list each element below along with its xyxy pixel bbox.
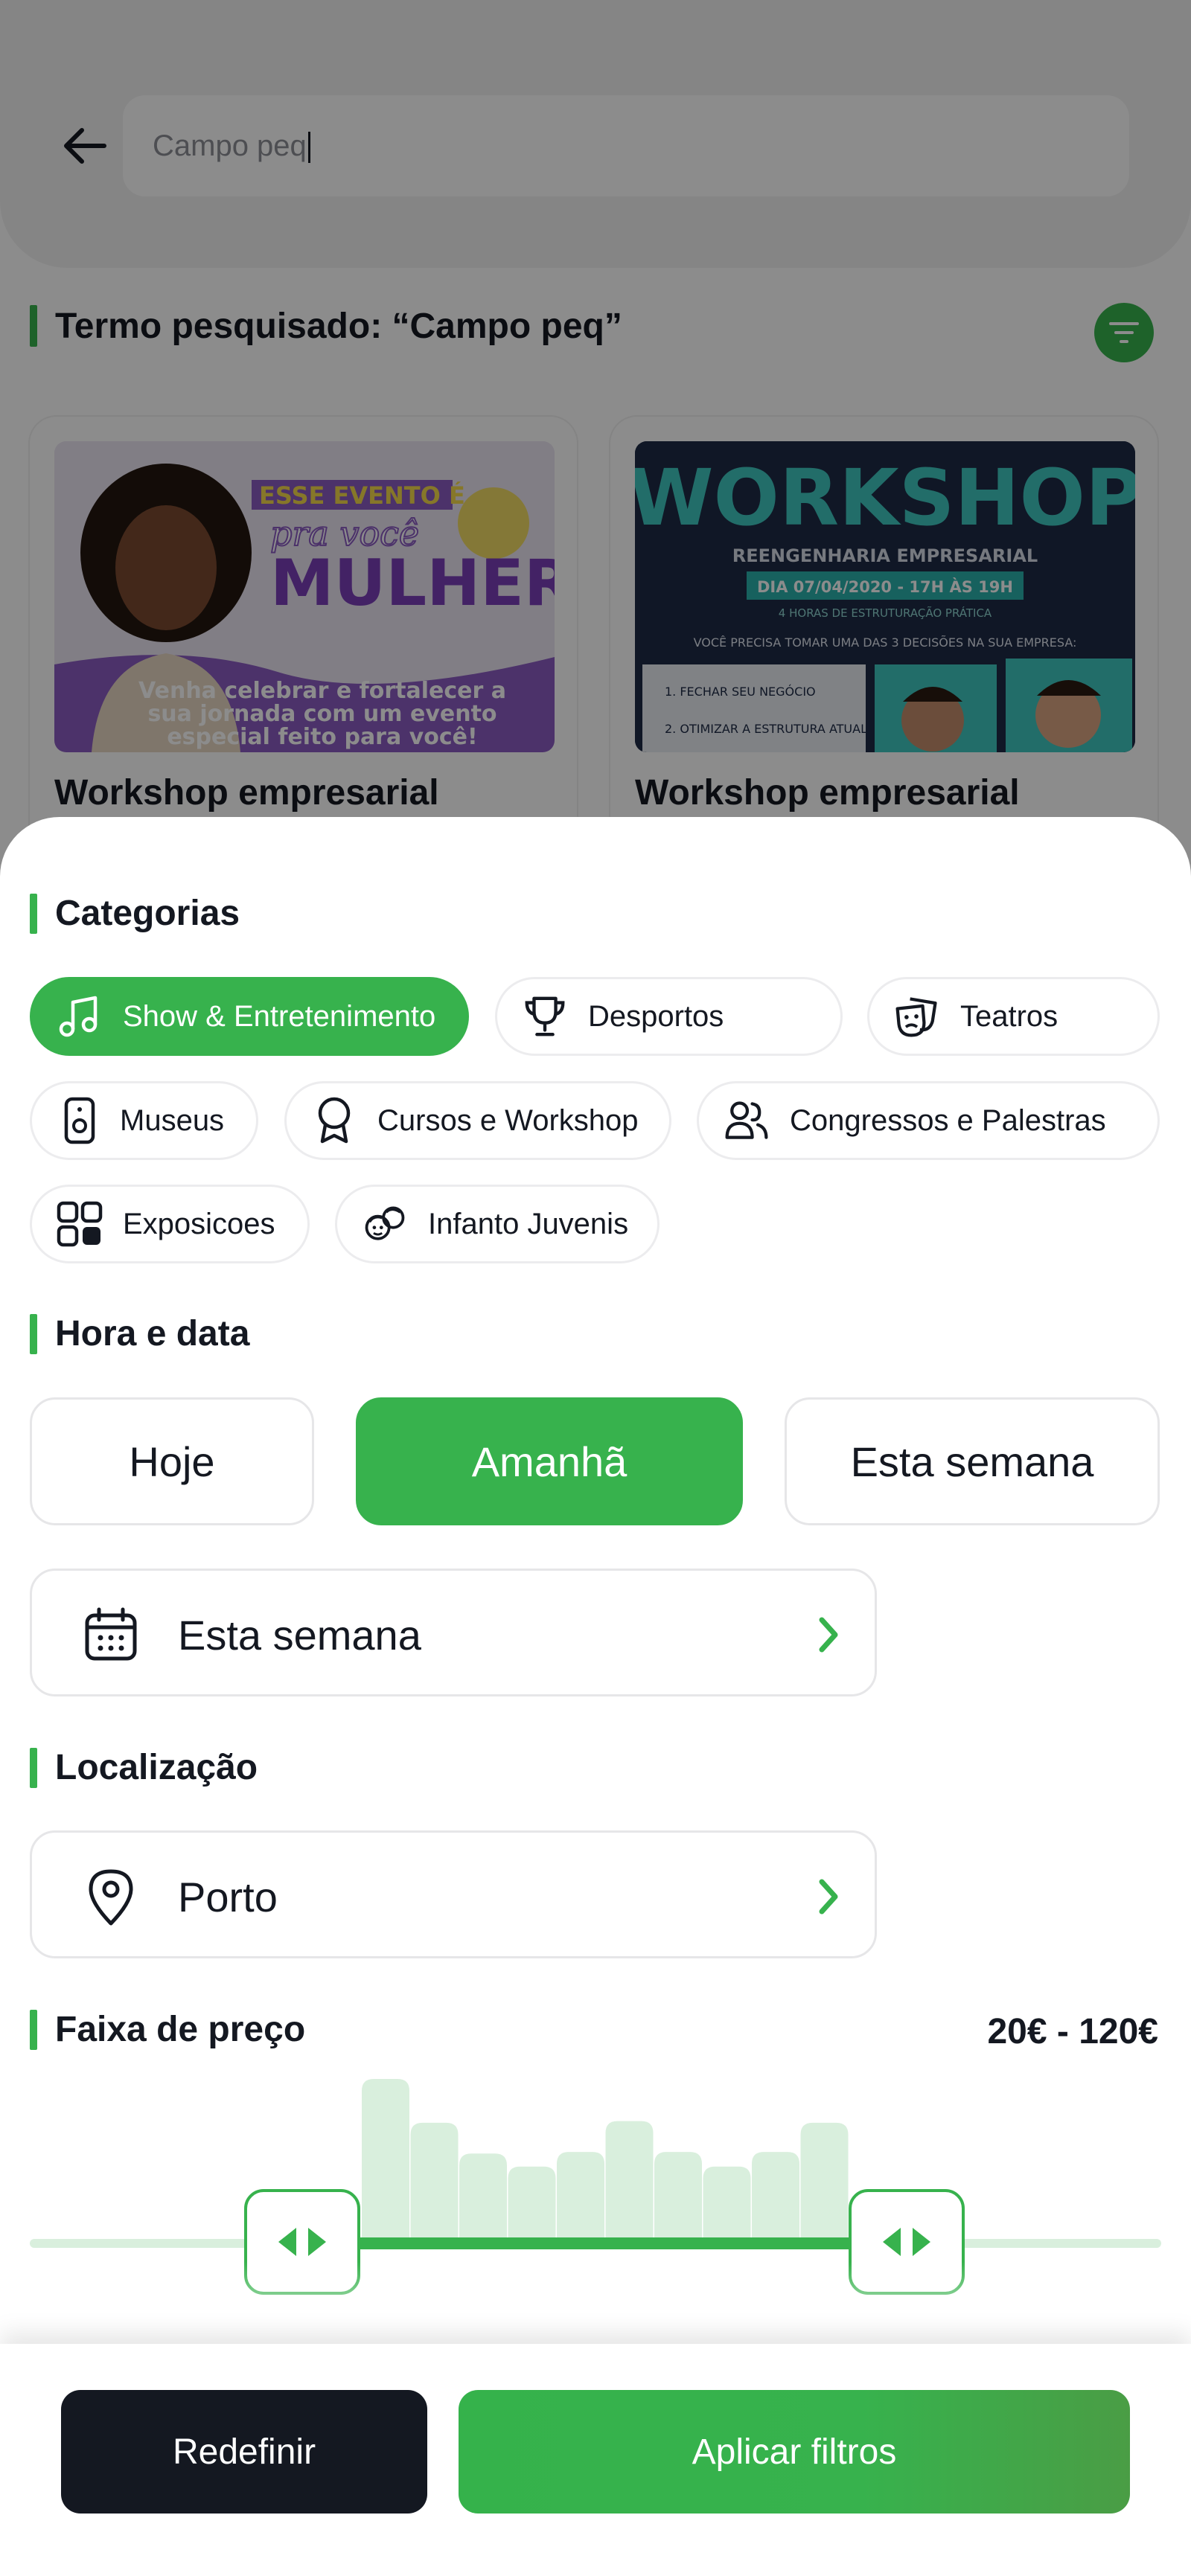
histogram-bar — [459, 2153, 507, 2241]
category-chip-teatros[interactable]: Teatros — [867, 977, 1160, 1056]
datetime-heading: Hora e data — [30, 1313, 249, 1354]
music-note-icon — [56, 993, 103, 1040]
location-value: Porto — [178, 1874, 278, 1920]
category-label: Desportos — [588, 999, 724, 1033]
category-chip-show[interactable]: Show & Entretenimento — [30, 977, 469, 1056]
theater-masks-icon — [893, 993, 941, 1040]
drag-arrows-icon — [278, 2228, 326, 2256]
histogram-bar — [752, 2152, 799, 2241]
category-label: Infanto Juvenis — [428, 1207, 629, 1240]
chevron-right-icon — [808, 1614, 849, 1656]
location-title: Localização — [55, 1748, 258, 1787]
trophy-icon — [521, 993, 569, 1040]
filter-actions-bar: Redefinir Aplicar filtros — [0, 2344, 1191, 2576]
category-chip-congressos[interactable]: Congressos e Palestras — [697, 1081, 1160, 1160]
apply-filters-button[interactable]: Aplicar filtros — [459, 2390, 1130, 2513]
location-pin-icon — [81, 1867, 141, 1926]
chevron-right-icon — [808, 1876, 849, 1917]
price-slider-selected-range — [360, 2237, 852, 2249]
histogram-bar — [703, 2166, 751, 2241]
price-range-value: 20€ - 120€ — [987, 2012, 1158, 2051]
people-icon — [723, 1097, 770, 1144]
category-label: Exposicoes — [123, 1207, 275, 1240]
reset-button[interactable]: Redefinir — [61, 2390, 427, 2513]
section-accent-bar — [30, 1747, 37, 1788]
date-picker-value: Esta semana — [178, 1612, 421, 1659]
category-chip-exposicoes[interactable]: Exposicoes — [30, 1185, 310, 1263]
date-option-esta-semana[interactable]: Esta semana — [785, 1397, 1160, 1525]
modal-backdrop[interactable] — [0, 0, 1191, 878]
date-option-amanha[interactable]: Amanhã — [356, 1397, 743, 1525]
drag-arrows-icon — [883, 2228, 930, 2256]
histogram-bar — [654, 2152, 702, 2241]
category-label: Cursos e Workshop — [377, 1103, 639, 1137]
location-heading: Localização — [30, 1747, 258, 1788]
speaker-icon — [56, 1097, 103, 1144]
section-accent-bar — [30, 1313, 37, 1354]
category-chip-infanto[interactable]: Infanto Juvenis — [335, 1185, 660, 1263]
histogram-bar — [557, 2152, 604, 2241]
section-accent-bar — [30, 893, 37, 934]
calendar-icon — [81, 1605, 141, 1665]
category-label: Congressos e Palestras — [790, 1103, 1106, 1137]
histogram-bar — [800, 2122, 849, 2241]
category-chip-museus[interactable]: Museus — [30, 1081, 258, 1160]
section-accent-bar — [30, 2009, 37, 2050]
histogram-bar — [508, 2166, 556, 2241]
categories-title: Categorias — [55, 894, 240, 933]
price-heading: Faixa de preço — [30, 2009, 305, 2050]
award-ribbon-icon — [310, 1097, 358, 1144]
grid-icon — [56, 1200, 103, 1248]
categories-heading: Categorias — [30, 893, 240, 934]
date-option-hoje[interactable]: Hoje — [30, 1397, 314, 1525]
histogram-bar — [362, 2079, 409, 2241]
datetime-title: Hora e data — [55, 1314, 250, 1353]
price-title: Faixa de preço — [55, 2010, 306, 2049]
category-label: Show & Entretenimento — [123, 999, 436, 1033]
category-label: Museus — [120, 1103, 225, 1137]
location-picker-row[interactable]: Porto — [30, 1830, 877, 1958]
histogram-bar — [605, 2121, 654, 2241]
category-label: Teatros — [960, 999, 1059, 1033]
histogram-bar — [410, 2122, 459, 2241]
kids-icon — [361, 1200, 409, 1248]
date-picker-row[interactable]: Esta semana — [30, 1569, 877, 1696]
category-chip-desportos[interactable]: Desportos — [495, 977, 843, 1056]
category-chip-cursos[interactable]: Cursos e Workshop — [284, 1081, 671, 1160]
sheet-fade — [0, 2262, 1191, 2351]
